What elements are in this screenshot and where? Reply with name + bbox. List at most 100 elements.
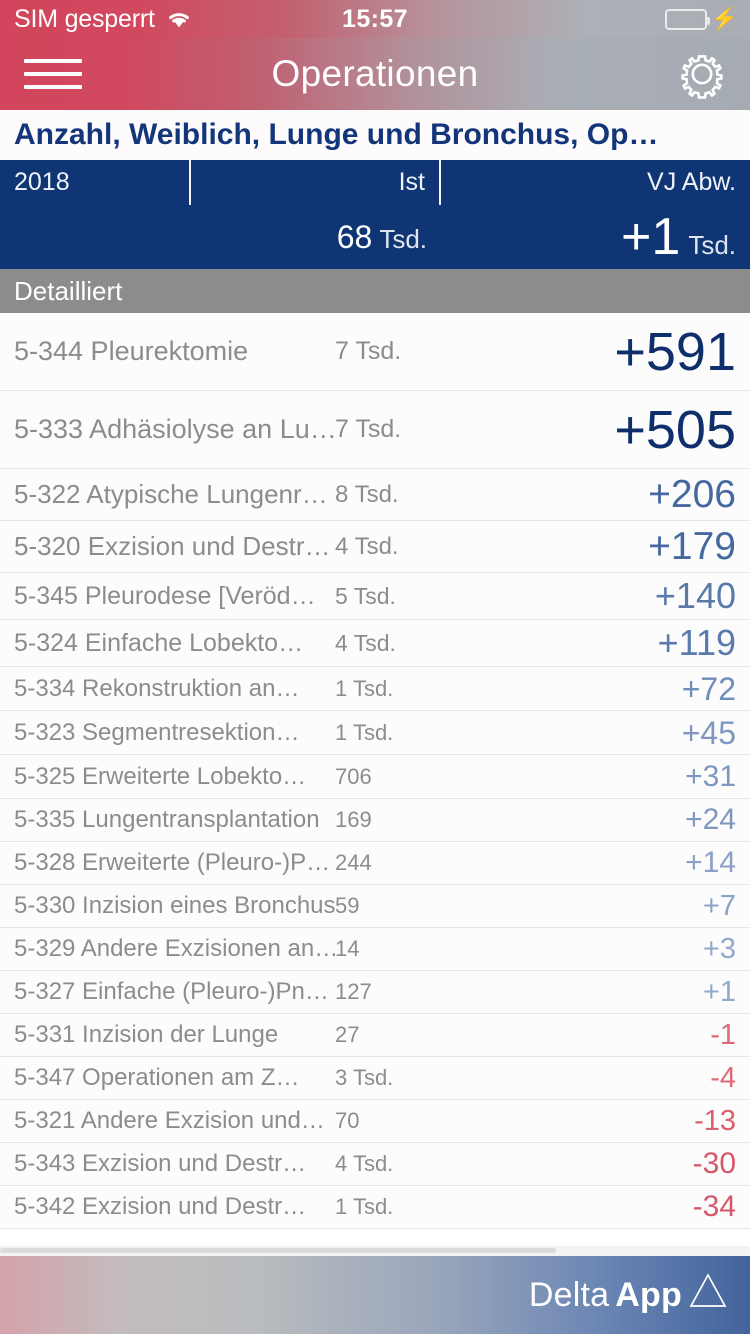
row-actual-value: 4 Tsd. [335,629,396,656]
row-actual-value: 4 Tsd. [335,532,399,560]
row-deviation-value: +24 [685,803,736,836]
table-row[interactable]: 5-329 Andere Exzisionen an… 14 +3 [0,928,750,971]
row-actual-value: 1 Tsd. [335,1194,394,1219]
row-deviation-value: -1 [710,1018,736,1051]
report-title: Anzahl, Weiblich, Lunge und Bronchus, Op… [0,110,750,160]
column-header-actual[interactable]: Ist [189,160,441,205]
clock-label: 15:57 [342,4,408,33]
summary-actual-value: 68 [336,218,373,255]
row-label: 5-334 Rekonstruktion an… [14,674,300,702]
row-label: 5-322 Atypische Lungenr… [14,479,328,509]
table-row[interactable]: 5-323 Segmentresektion… 1 Tsd. +45 [0,711,750,755]
row-label: 5-343 Exzision und Destr… [14,1150,307,1177]
column-header-deviation[interactable]: VJ Abw. [441,160,750,205]
table-row[interactable]: 5-327 Einfache (Pleuro-)Pn… 127 +1 [0,971,750,1014]
row-actual-value: 1 Tsd. [335,719,394,745]
summary-deviation-unit: Tsd. [688,230,736,260]
row-label: 5-335 Lungentransplantation [14,806,320,833]
table-row[interactable]: 5-345 Pleurodese [Veröd… 5 Tsd. +140 [0,573,750,620]
row-actual-value: 169 [335,807,372,832]
row-label: 5-321 Andere Exzision und… [14,1107,325,1134]
row-actual-value: 14 [335,936,360,961]
table-row[interactable]: 5-342 Exzision und Destr… 1 Tsd. -34 [0,1186,750,1229]
table-row[interactable]: 5-343 Exzision und Destr… 4 Tsd. -30 [0,1143,750,1186]
row-actual-value: 127 [335,979,372,1004]
row-label: 5-325 Erweiterte Lobekto… [14,762,307,790]
nav-bar: Operationen [0,38,750,110]
table-row[interactable]: 5-321 Andere Exzision und… 70 -13 [0,1100,750,1143]
row-actual-value: 7 Tsd. [335,415,402,443]
row-actual-value: 706 [335,763,372,789]
row-actual-value: 1 Tsd. [335,675,394,701]
footer-bar: Delta App [0,1256,750,1334]
brand-suffix: App [615,1275,682,1314]
row-label: 5-320 Exzision und Destr… [14,531,331,561]
row-label: 5-327 Einfache (Pleuro-)Pn… [14,978,329,1005]
table-row[interactable]: 5-324 Einfache Lobekto… 4 Tsd. +119 [0,620,750,667]
row-label: 5-347 Operationen am Z… [14,1064,300,1091]
row-label: 5-324 Einfache Lobekto… [14,628,304,657]
row-label: 5-329 Andere Exzisionen an… [14,935,335,962]
scrollbar-thumb[interactable] [0,1248,556,1253]
row-label: 5-344 Pleurektomie [14,336,249,366]
summary-deviation-value: +1 [621,208,681,266]
horizontal-scrollbar[interactable] [0,1246,750,1256]
row-deviation-value: +179 [648,525,736,568]
row-deviation-value: +591 [614,321,736,382]
row-label: 5-328 Erweiterte (Pleuro-)P… [14,849,331,876]
row-deviation-value: +1 [702,975,736,1008]
row-actual-value: 244 [335,850,372,875]
status-bar: SIM gesperrt 15:57 ⚡ [0,0,750,38]
row-actual-value: 3 Tsd. [335,1065,394,1090]
table-row[interactable]: 5-344 Pleurektomie 7 Tsd. +591 [0,313,750,391]
row-deviation-value: +505 [614,399,736,460]
row-deviation-value: +31 [685,759,736,793]
summary-deviation: +1 Tsd. [441,211,750,263]
row-actual-value: 8 Tsd. [335,480,399,508]
row-deviation-value: +14 [685,846,736,879]
row-actual-value: 27 [335,1022,360,1047]
row-actual-value: 5 Tsd. [335,582,396,609]
table-row[interactable]: 5-325 Erweiterte Lobekto… 706 +31 [0,755,750,799]
row-deviation-value: +206 [648,473,736,516]
row-actual-value: 4 Tsd. [335,1151,394,1176]
column-header-year[interactable]: 2018 [0,160,189,205]
summary-actual-unit: Tsd. [379,223,427,254]
detail-table[interactable]: 5-344 Pleurektomie 7 Tsd. +591 5-333 Adhäsi… [0,313,750,1246]
page-title: Operationen [271,53,479,94]
row-actual-value: 7 Tsd. [335,337,402,365]
triangle-logo-icon [688,1272,728,1319]
row-actual-value: 70 [335,1108,360,1133]
row-deviation-value: -34 [692,1190,736,1223]
table-row[interactable]: 5-334 Rekonstruktion an… 1 Tsd. +72 [0,667,750,711]
row-label: 5-330 Inzision eines Bronchus [14,892,335,919]
table-row[interactable]: 5-335 Lungentransplantation 169 +24 [0,799,750,842]
deltaapp-logo: Delta App [529,1272,728,1319]
row-deviation-value: +45 [681,714,736,751]
battery-icon [664,8,710,30]
table-row[interactable]: 5-320 Exzision und Destr… 4 Tsd. +179 [0,521,750,573]
row-deviation-value: -30 [692,1147,736,1180]
table-row[interactable]: 5-322 Atypische Lungenr… 8 Tsd. +206 [0,469,750,521]
summary-row: 68 Tsd. +1 Tsd. [0,205,750,269]
section-header-detailliert[interactable]: Detailliert [0,269,750,313]
row-deviation-value: +140 [654,575,736,616]
summary-actual: 68 Tsd. [189,219,441,256]
table-row[interactable]: 5-333 Adhäsiolyse an Lu… 7 Tsd. +505 [0,391,750,469]
table-column-header: 2018 Ist VJ Abw. [0,160,750,205]
table-row[interactable]: 5-328 Erweiterte (Pleuro-)P… 244 +14 [0,842,750,885]
row-label: 5-333 Adhäsiolyse an Lu… [14,414,335,444]
row-label: 5-342 Exzision und Destr… [14,1193,307,1220]
table-row[interactable]: 5-330 Inzision eines Bronchus 59 +7 [0,885,750,928]
table-row[interactable]: 5-331 Inzision der Lunge 27 -1 [0,1014,750,1057]
row-label: 5-323 Segmentresektion… [14,718,300,746]
table-row[interactable]: 5-347 Operationen am Z… 3 Tsd. -4 [0,1057,750,1100]
row-deviation-value: +3 [702,932,736,965]
row-deviation-value: -4 [710,1061,736,1094]
app-screen: SIM gesperrt 15:57 ⚡ Operationen Anzahl,… [0,0,750,1334]
row-label: 5-345 Pleurodese [Veröd… [14,581,316,610]
row-deviation-value: +72 [681,670,736,707]
row-deviation-value: +7 [702,889,736,922]
row-deviation-value: +119 [657,622,736,663]
brand-prefix: Delta [528,1275,610,1314]
